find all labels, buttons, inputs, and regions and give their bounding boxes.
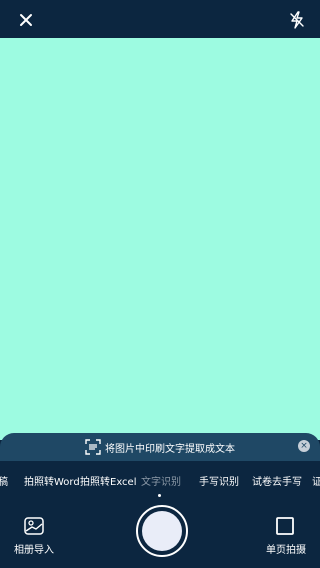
- mode-item-text-recognition[interactable]: 文字识别: [141, 473, 181, 488]
- single-page-label: 单页拍摄: [266, 545, 306, 556]
- album-import-button[interactable]: 相册导入: [12, 517, 58, 557]
- tip-text: 将图片中印刷文字提取成文本: [105, 443, 235, 455]
- mode-item-handwriting[interactable]: 手写识别: [199, 473, 239, 488]
- flash-off-icon[interactable]: [285, 8, 309, 32]
- top-bar: [0, 0, 320, 38]
- shutter-button[interactable]: [136, 505, 188, 557]
- close-icon[interactable]: [14, 8, 38, 32]
- album-icon: [24, 517, 44, 535]
- album-import-label: 相册导入: [14, 545, 54, 556]
- tip-close-button[interactable]: ×: [298, 440, 310, 452]
- shutter-inner: [142, 511, 182, 551]
- mode-item-remove-handwriting[interactable]: 试卷去手写: [252, 473, 302, 488]
- active-mode-indicator: [158, 494, 161, 497]
- mode-item[interactable]: 证: [312, 473, 320, 488]
- mode-selector: 稿 拍照转Word 拍照转Excel 文字识别 手写识别 试卷去手写 证: [0, 461, 320, 497]
- tip-banner: 将图片中印刷文字提取成文本 ×: [0, 433, 320, 461]
- scan-text-icon: [85, 439, 101, 455]
- camera-viewfinder[interactable]: [0, 38, 320, 440]
- close-icon: ×: [300, 440, 308, 451]
- mode-item-word[interactable]: 拍照转Word: [24, 473, 80, 488]
- single-page-capture-button[interactable]: 单页拍摄: [262, 517, 312, 557]
- mode-item-excel[interactable]: 拍照转Excel: [80, 473, 137, 488]
- single-page-icon: [276, 517, 294, 535]
- mode-item[interactable]: 稿: [0, 473, 8, 488]
